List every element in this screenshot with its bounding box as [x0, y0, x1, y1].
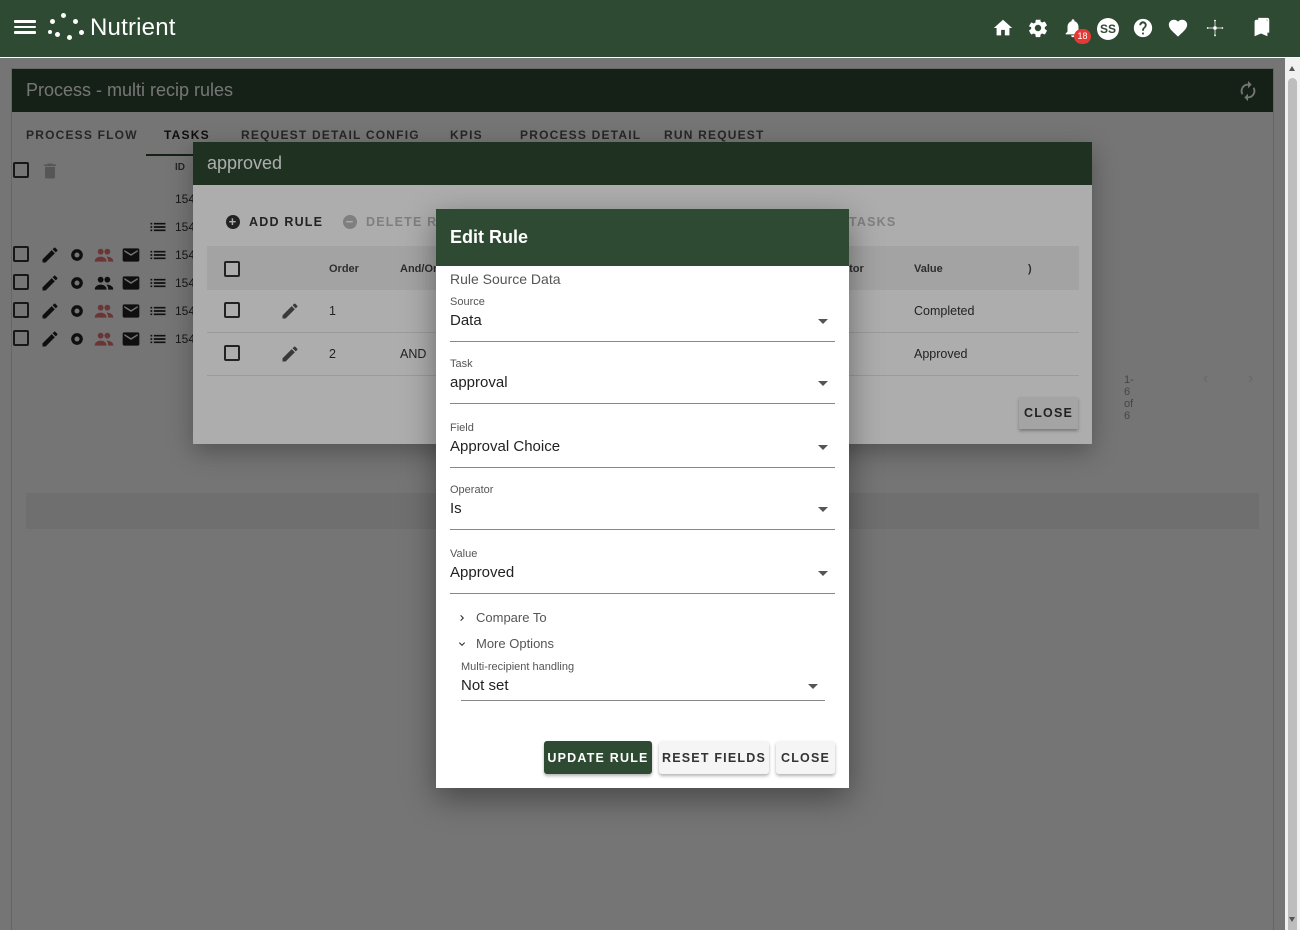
- more-options-label: More Options: [476, 636, 555, 651]
- task-label: Task: [450, 358, 473, 370]
- compare-to-label: Compare To: [476, 610, 547, 625]
- multi-recipient-label: Multi-recipient handling: [461, 661, 575, 673]
- multi-recipient-select[interactable]: Multi-recipient handling Not set: [461, 661, 825, 701]
- value-value: Approved: [450, 564, 515, 581]
- dropdown-arrow-icon: [818, 507, 828, 512]
- dropdown-arrow-icon: [818, 445, 828, 450]
- notification-badge: 18: [1074, 29, 1091, 44]
- task-value: approval: [450, 374, 508, 391]
- dropdown-arrow-icon: [808, 684, 818, 689]
- source-label: Source: [450, 296, 485, 308]
- user-avatar[interactable]: SS: [1097, 18, 1119, 40]
- edit-rule-title: Edit Rule: [436, 209, 849, 266]
- dropdown-arrow-icon: [818, 319, 828, 324]
- multi-recipient-value: Not set: [461, 677, 509, 694]
- field-select[interactable]: Field Approval Choice: [450, 422, 835, 468]
- hamburger-menu-icon[interactable]: [14, 17, 36, 39]
- help-icon[interactable]: [1132, 17, 1154, 39]
- source-select[interactable]: Source Data: [450, 296, 835, 342]
- scroll-down-icon[interactable]: [1289, 917, 1295, 922]
- dropdown-arrow-icon: [818, 381, 828, 386]
- heart-icon[interactable]: [1167, 17, 1189, 39]
- nutrient-logo-icon: [48, 13, 84, 43]
- page-scrollbar[interactable]: [1285, 58, 1300, 930]
- field-value: Approval Choice: [450, 438, 561, 455]
- task-select[interactable]: Task approval: [450, 358, 835, 404]
- more-options-toggle[interactable]: More Options: [456, 636, 554, 651]
- home-icon[interactable]: [992, 17, 1014, 39]
- edit-rule-dialog: Edit Rule Rule Source Data Source Data T…: [436, 209, 849, 788]
- scrollbar-thumb[interactable]: [1288, 78, 1297, 930]
- operator-label: Operator: [450, 484, 494, 496]
- reset-fields-button[interactable]: RESET FIELDS: [659, 741, 769, 774]
- operator-value: Is: [450, 500, 462, 517]
- app-bar: Nutrient 18 SS: [0, 0, 1300, 57]
- chevron-down-icon: [459, 641, 465, 646]
- brand-name[interactable]: Nutrient: [90, 14, 176, 42]
- scroll-up-icon[interactable]: [1289, 66, 1295, 71]
- network-icon[interactable]: [1204, 17, 1226, 39]
- field-label: Field: [450, 422, 474, 434]
- value-label: Value: [450, 548, 478, 560]
- rule-source-data-heading: Rule Source Data: [450, 271, 561, 287]
- dropdown-arrow-icon: [818, 571, 828, 576]
- gear-icon[interactable]: [1027, 17, 1049, 39]
- compare-to-toggle[interactable]: Compare To: [456, 610, 547, 625]
- update-rule-button[interactable]: UPDATE RULE: [544, 741, 652, 774]
- close-edit-rule-button[interactable]: CLOSE: [776, 741, 835, 774]
- source-value: Data: [450, 312, 482, 329]
- bookmark-icon[interactable]: [1250, 17, 1272, 39]
- operator-select[interactable]: Operator Is: [450, 484, 835, 530]
- chevron-right-icon: [460, 614, 464, 621]
- value-select[interactable]: Value Approved: [450, 548, 835, 594]
